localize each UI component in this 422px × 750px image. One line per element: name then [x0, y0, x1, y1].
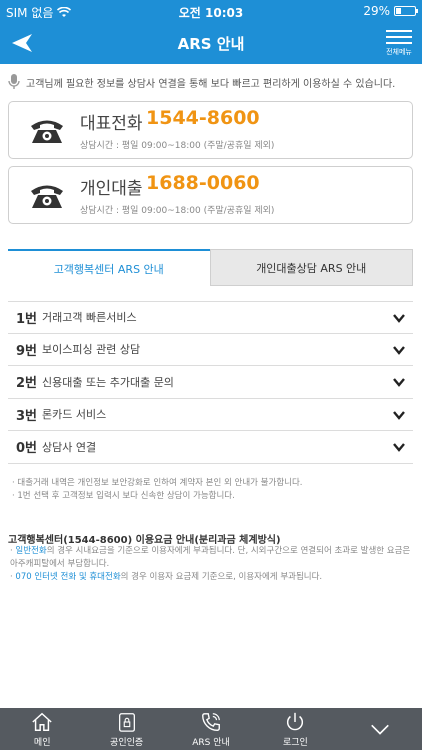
footnotes: · 대출거래 내역은 개인정보 보안강화로 인하여 계약자 본인 외 안내가 불… — [12, 477, 412, 503]
item-number: 2번 — [16, 376, 38, 392]
item-label: 론카드 서비스 — [42, 408, 107, 422]
main-phone-card[interactable]: 대표전화 1544-8600 상담시간 : 평일 09:00~18:00 (주말… — [8, 101, 413, 159]
loan-phone-card[interactable]: 개인대출 1688-0060 상담시간 : 평일 09:00~18:00 (주말… — [8, 166, 413, 224]
item-label: 상담사 연결 — [42, 440, 97, 454]
list-item[interactable]: 1번 거래고객 빠른서비스 — [8, 301, 413, 334]
footnote: · 1번 선택 후 고객정보 입력시 보다 신속한 상담이 가능합니다. — [12, 491, 235, 501]
chevron-down-icon — [393, 345, 405, 355]
fee-line: · 070 인터넷 전화 및 휴대전화의 경우 이용자 요금제 기준으로, 이용… — [10, 572, 323, 582]
fee-highlight: 070 인터넷 전화 및 휴대전화 — [15, 572, 121, 582]
nav-label: 로그인 — [283, 737, 308, 748]
fee-title: 고객행복센터(1544-8600) 이용요금 안내(분리과금 체계방식) — [8, 535, 281, 546]
ars-tabs: 고객행복센터 ARS 안내 개인대출상담 ARS 안내 — [8, 249, 413, 286]
ars-menu-list: 1번 거래고객 빠른서비스 9번 보이스피싱 관련 상담 2번 신용대출 또는 … — [8, 301, 413, 464]
card-number[interactable]: 1544-8600 — [146, 107, 260, 129]
battery-percent: 29% — [363, 4, 390, 18]
fee-line: · 일반전화의 경우 시내요금을 기준으로 이용자에게 부과됩니다. 단, 시외… — [10, 546, 411, 569]
battery-area: 29% — [363, 4, 418, 18]
item-number: 3번 — [16, 408, 38, 424]
notice-text: 고객님께 필요한 정보를 상담사 연결을 통해 보다 빠르고 편리하게 이용하실… — [26, 78, 396, 90]
fee-text: 의 경우 시내요금을 기준으로 이용자에게 부과됩니다. 단, 시외구간으로 연… — [10, 546, 411, 569]
item-number: 9번 — [16, 343, 38, 359]
nav-certificate[interactable]: 공인인증 — [84, 708, 168, 750]
tab-personal-loan-ars[interactable]: 개인대출상담 ARS 안내 — [209, 249, 413, 286]
power-icon — [287, 712, 304, 730]
info-notice: 고객님께 필요한 정보를 상담사 연결을 통해 보다 빠르고 편리하게 이용하실… — [8, 72, 414, 92]
full-menu-label: 전체메뉴 — [386, 48, 412, 56]
full-menu-button[interactable]: 전체메뉴 — [386, 26, 412, 57]
card-hours: 상담시간 : 평일 09:00~18:00 (주말/공휴일 제외) — [80, 206, 275, 216]
list-item[interactable]: 9번 보이스피싱 관련 상담 — [8, 334, 413, 366]
card-name: 개인대출 — [80, 179, 143, 199]
clock: 오전 10:03 — [178, 6, 244, 20]
chevron-down-icon — [393, 443, 405, 452]
nav-ars[interactable]: ARS 안내 — [169, 708, 253, 750]
home-icon — [32, 712, 52, 731]
nav-collapse[interactable] — [338, 708, 422, 750]
list-item[interactable]: 2번 신용대출 또는 추가대출 문의 — [8, 366, 413, 399]
item-label: 거래고객 빠른서비스 — [42, 311, 137, 325]
chevron-down-icon — [370, 724, 389, 735]
telephone-icon — [31, 120, 63, 143]
chevron-down-icon — [393, 410, 405, 420]
list-item[interactable]: 3번 론카드 서비스 — [8, 399, 413, 431]
fee-text: 의 경우 이용자 요금제 기준으로, 이용자에게 부과됩니다. — [120, 572, 323, 582]
item-label: 보이스피싱 관련 상담 — [42, 343, 141, 357]
bottom-navigation: 메인 공인인증 ARS 안내 로그인 — [0, 708, 422, 750]
tab-customer-center-ars[interactable]: 고객행복센터 ARS 안내 — [8, 249, 210, 286]
nav-label: 공인인증 — [110, 737, 144, 748]
list-item[interactable]: 0번 상담사 연결 — [8, 431, 413, 464]
item-label: 신용대출 또는 추가대출 문의 — [42, 375, 174, 389]
chevron-down-icon — [393, 314, 405, 323]
status-bar: SIM 없음 오전 10:03 29% — [0, 0, 422, 22]
telephone-icon — [31, 185, 63, 208]
card-name: 대표전화 — [80, 114, 143, 134]
nav-main[interactable]: 메인 — [0, 708, 84, 750]
lock-icon — [118, 712, 135, 732]
footnote: · 대출거래 내역은 개인정보 보안강화로 인하여 계약자 본인 외 안내가 불… — [12, 478, 303, 488]
card-number[interactable]: 1688-0060 — [146, 172, 260, 194]
card-hours: 상담시간 : 평일 09:00~18:00 (주말/공휴일 제외) — [80, 141, 275, 151]
hamburger-icon — [386, 30, 412, 44]
phone-icon — [202, 712, 220, 731]
nav-label: 메인 — [33, 737, 51, 748]
microphone-icon — [8, 74, 20, 89]
page-title: ARS 안내 — [177, 35, 245, 53]
item-number: 1번 — [16, 311, 38, 327]
nav-label: ARS 안내 — [192, 737, 230, 748]
fee-info: · 일반전화의 경우 시내요금을 기준으로 이용자에게 부과됩니다. 단, 시외… — [10, 545, 414, 584]
item-number: 0번 — [16, 441, 38, 457]
app-header: ARS 안내 전체메뉴 — [0, 22, 422, 64]
fee-highlight: 일반전화 — [15, 546, 47, 556]
nav-login[interactable]: 로그인 — [253, 708, 337, 750]
battery-icon — [394, 6, 418, 16]
chevron-down-icon — [393, 378, 405, 387]
